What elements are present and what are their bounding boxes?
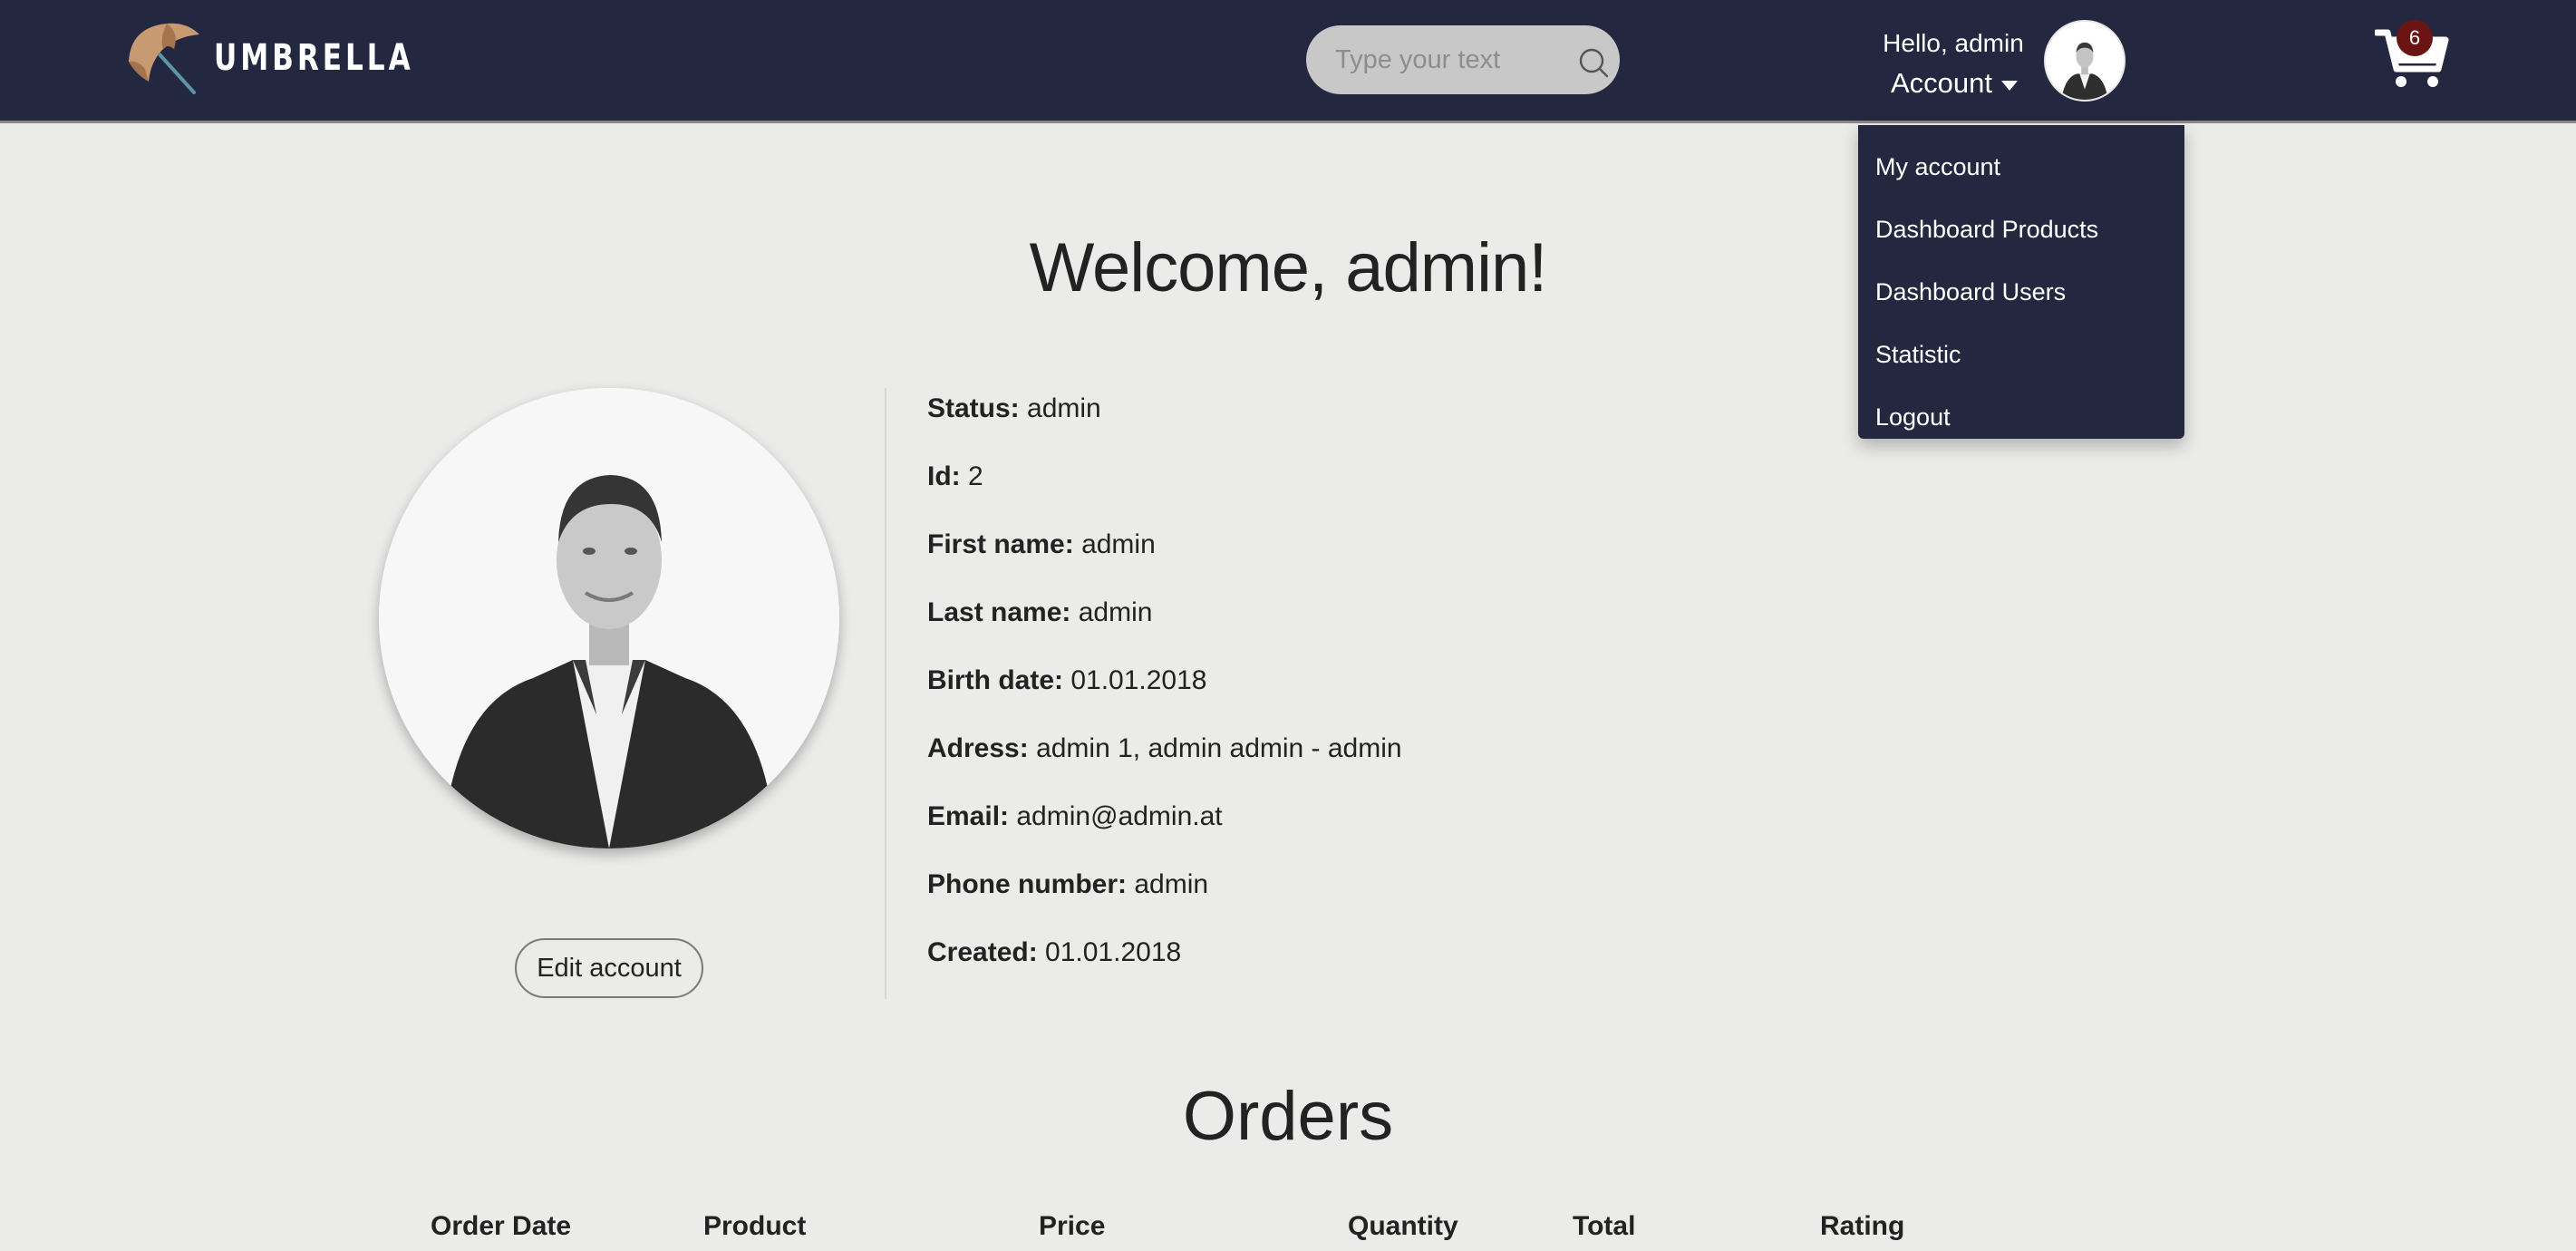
detail-phone-number: Phone number: admin [927,866,1402,934]
detail-label: Phone number: [927,869,1128,899]
detail-address: Adress: admin 1, admin admin - admin [927,730,1402,798]
menu-item-my-account[interactable]: My account [1858,136,2184,199]
edit-account-button[interactable]: Edit account [515,938,703,998]
detail-label: Created: [927,937,1038,967]
profile-photo [379,388,839,849]
detail-label: Id: [927,461,961,491]
user-avatar[interactable] [2044,20,2126,102]
detail-label: Birth date: [927,665,1063,695]
column-header-product[interactable]: Product [703,1211,806,1242]
detail-label: Last name: [927,597,1071,627]
detail-status: Status: admin [927,390,1402,458]
detail-value: 01.01.2018 [1045,937,1182,967]
detail-value: admin@admin.at [1016,801,1223,831]
detail-first-name: First name: admin [927,526,1402,594]
top-navbar: UMBRELLA Hello, admin Account 6 [0,0,2576,123]
detail-id: Id: 2 [927,458,1402,526]
brand-name: UMBRELLA [214,37,414,79]
detail-value: admin 1, admin admin - admin [1036,733,1402,763]
detail-last-name: Last name: admin [927,594,1402,662]
orders-heading: Orders [1182,1078,1394,1155]
greeting-text: Hello, admin [1883,29,2024,57]
detail-value: admin [1027,393,1101,423]
detail-value: 01.01.2018 [1070,665,1207,695]
page-title: Welcome, admin! [1029,229,1548,306]
column-header-rating[interactable]: Rating [1820,1211,1904,1242]
detail-label: Status: [927,393,1020,423]
account-dropdown-toggle[interactable]: Account [1880,67,2029,100]
column-header-quantity[interactable]: Quantity [1348,1211,1458,1242]
menu-item-statistic[interactable]: Statistic [1858,324,2184,386]
column-header-price[interactable]: Price [1039,1211,1105,1242]
detail-email: Email: admin@admin.at [927,798,1402,866]
cart-button[interactable]: 6 [2373,20,2449,94]
column-header-order-date[interactable]: Order Date [431,1211,571,1242]
person-photo-icon [379,388,839,849]
detail-birth-date: Birth date: 01.01.2018 [927,662,1402,730]
caret-down-icon [2001,80,2018,91]
detail-label: First name: [927,529,1074,559]
detail-created: Created: 01.01.2018 [927,934,1402,1002]
person-photo-icon [2046,22,2124,100]
brand-logo[interactable]: UMBRELLA [123,18,470,98]
detail-label: Adress: [927,733,1029,763]
detail-label: Email: [927,801,1010,831]
search-input[interactable] [1333,44,1573,76]
detail-value: admin [1081,529,1156,559]
umbrella-logo-icon [129,23,199,94]
detail-value: admin [1078,597,1153,627]
column-header-total[interactable]: Total [1573,1211,1635,1242]
vertical-divider [885,388,886,999]
detail-value: admin [1134,869,1209,899]
detail-value: 2 [968,461,983,491]
cart-count-badge: 6 [2397,20,2433,56]
search-icon[interactable] [1576,45,1611,80]
search-bar [1306,25,1620,94]
account-details: Status: admin Id: 2 First name: admin La… [927,390,1402,1002]
menu-item-logout[interactable]: Logout [1858,386,2184,449]
account-label: Account [1890,67,1992,99]
